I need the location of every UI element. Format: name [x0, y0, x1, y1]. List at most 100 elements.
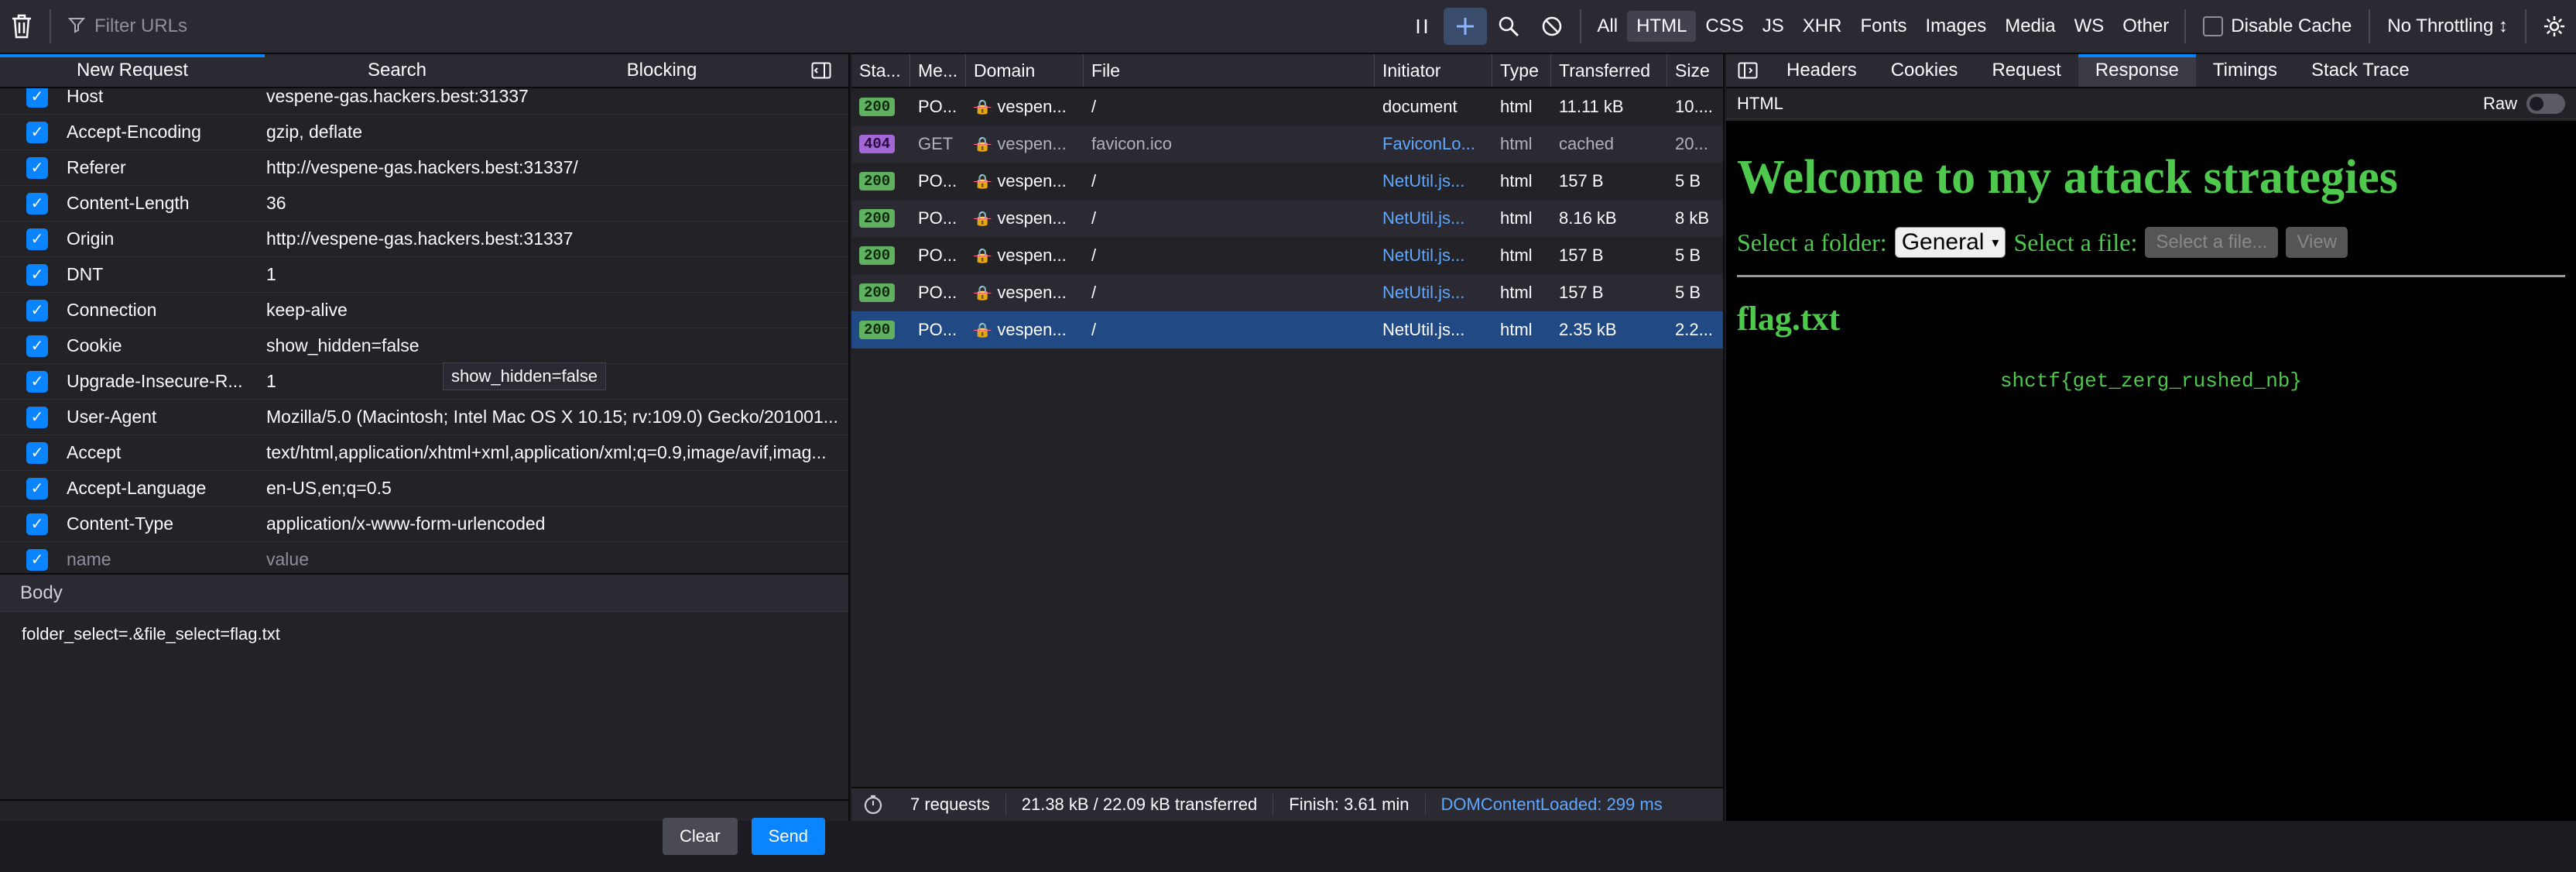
- column-initiator[interactable]: Initiator: [1375, 54, 1492, 87]
- raw-toggle[interactable]: Raw: [2483, 93, 2565, 114]
- request-row[interactable]: 200 PO... 🔒 vespen... / NetUtil.js... html 157 …: [851, 163, 1723, 200]
- header-value[interactable]: http://vespene-gas.hackers.best:31337/: [266, 157, 847, 178]
- new-header-checkbox[interactable]: ✓: [26, 548, 48, 571]
- tab-timings[interactable]: Timings: [2196, 54, 2294, 87]
- request-row[interactable]: 200 PO... 🔒 vespen... / NetUtil.js... html 2.35…: [851, 311, 1723, 348]
- type-filter-css[interactable]: CSS: [1696, 11, 1752, 42]
- tab-request[interactable]: Request: [1975, 54, 2078, 87]
- tab-cookies[interactable]: Cookies: [1874, 54, 1975, 87]
- type-filter-ws[interactable]: WS: [2065, 11, 2114, 42]
- column-method[interactable]: Me...: [910, 54, 966, 87]
- folder-select[interactable]: General ▾: [1894, 227, 2006, 258]
- header-name[interactable]: Content-Length: [67, 193, 266, 214]
- type-filter-fonts[interactable]: Fonts: [1851, 11, 1916, 42]
- header-checkbox[interactable]: ✓: [26, 121, 48, 143]
- disable-cache-toggle[interactable]: Disable Cache: [2192, 15, 2362, 37]
- column-size[interactable]: Size: [1667, 54, 1723, 87]
- type-filter-xhr[interactable]: XHR: [1793, 11, 1852, 42]
- new-header-name-input[interactable]: name: [67, 549, 266, 570]
- header-value[interactable]: en-US,en;q=0.5: [266, 478, 847, 499]
- header-name[interactable]: User-Agent: [67, 407, 266, 427]
- initiator-cell[interactable]: NetUtil.js...: [1375, 200, 1492, 237]
- header-value[interactable]: Mozilla/5.0 (Macintosh; Intel Mac OS X 1…: [266, 407, 847, 427]
- header-value[interactable]: vespene-gas.hackers.best:31337: [266, 88, 847, 107]
- file-select[interactable]: Select a file...: [2145, 227, 2279, 258]
- header-checkbox[interactable]: ✓: [26, 228, 48, 250]
- header-name[interactable]: Referer: [67, 157, 266, 178]
- disable-cache-checkbox[interactable]: [2203, 16, 2224, 36]
- tab-blocking[interactable]: Blocking: [529, 54, 794, 87]
- header-checkbox[interactable]: ✓: [26, 263, 48, 286]
- header-name[interactable]: DNT: [67, 264, 266, 285]
- header-checkbox[interactable]: ✓: [26, 335, 48, 357]
- tab-new-request[interactable]: New Request: [0, 54, 265, 87]
- header-value[interactable]: gzip, deflate: [266, 122, 847, 142]
- view-button[interactable]: View: [2286, 227, 2348, 258]
- type-filter-all[interactable]: All: [1588, 11, 1627, 42]
- column-type[interactable]: Type: [1492, 54, 1551, 87]
- clear-button[interactable]: Clear: [663, 818, 738, 855]
- header-name[interactable]: Connection: [67, 300, 266, 321]
- filter-urls-input[interactable]: [93, 15, 1331, 38]
- new-header-value-input[interactable]: value: [266, 549, 847, 570]
- type-filter-js[interactable]: JS: [1753, 11, 1793, 42]
- pause-icon[interactable]: [1400, 8, 1444, 45]
- initiator-cell[interactable]: NetUtil.js...: [1375, 163, 1492, 200]
- header-checkbox[interactable]: ✓: [26, 477, 48, 500]
- type-filter-other[interactable]: Other: [2113, 11, 2178, 42]
- initiator-cell[interactable]: NetUtil.js...: [1375, 274, 1492, 311]
- request-body-editor[interactable]: folder_select=.&file_select=flag.txt: [0, 613, 848, 799]
- settings-icon[interactable]: [2533, 0, 2576, 53]
- header-checkbox[interactable]: ✓: [26, 88, 48, 108]
- send-button[interactable]: Send: [751, 818, 825, 855]
- tab-search[interactable]: Search: [265, 54, 529, 87]
- tab-response[interactable]: Response: [2078, 54, 2196, 87]
- header-name[interactable]: Cookie: [67, 335, 266, 356]
- header-value[interactable]: http://vespene-gas.hackers.best:31337: [266, 228, 847, 249]
- request-row[interactable]: 200 PO... 🔒 vespen... / NetUtil.js... html 8.16…: [851, 200, 1723, 237]
- search-icon[interactable]: [1487, 8, 1530, 45]
- block-icon[interactable]: [1530, 8, 1574, 45]
- initiator-cell[interactable]: FaviconLo...: [1375, 125, 1492, 163]
- header-value[interactable]: text/html,application/xhtml+xml,applicat…: [266, 442, 847, 463]
- column-transferred[interactable]: Transferred: [1551, 54, 1667, 87]
- header-checkbox[interactable]: ✓: [26, 406, 48, 428]
- header-checkbox[interactable]: ✓: [26, 299, 48, 321]
- initiator-cell[interactable]: NetUtil.js...: [1375, 311, 1492, 348]
- column-domain[interactable]: Domain: [966, 54, 1084, 87]
- toggle-sidebar-icon[interactable]: [794, 54, 848, 87]
- plus-icon[interactable]: [1444, 8, 1488, 45]
- type-filter-html[interactable]: HTML: [1627, 11, 1697, 42]
- tab-stack-trace[interactable]: Stack Trace: [2294, 54, 2427, 87]
- header-checkbox[interactable]: ✓: [26, 156, 48, 179]
- toggle-panel-icon[interactable]: [1726, 54, 1769, 87]
- header-name[interactable]: Origin: [67, 228, 266, 249]
- header-value[interactable]: 36: [266, 193, 847, 214]
- header-name[interactable]: Host: [67, 88, 266, 107]
- header-checkbox[interactable]: ✓: [26, 370, 48, 393]
- header-checkbox[interactable]: ✓: [26, 192, 48, 215]
- header-value[interactable]: 1: [266, 264, 847, 285]
- column-status[interactable]: Sta...: [851, 54, 910, 87]
- header-name[interactable]: Accept-Encoding: [67, 122, 266, 142]
- header-value[interactable]: show_hidden=false: [266, 335, 847, 356]
- header-name[interactable]: Content-Type: [67, 513, 266, 534]
- trash-icon[interactable]: [0, 0, 43, 53]
- initiator-cell[interactable]: NetUtil.js...: [1375, 237, 1492, 274]
- header-name[interactable]: Accept: [67, 442, 266, 463]
- timer-icon[interactable]: [851, 795, 895, 815]
- request-row[interactable]: 404 GET 🔒 vespen... favicon.ico FaviconLo... h…: [851, 125, 1723, 163]
- request-row[interactable]: 200 PO... 🔒 vespen... / NetUtil.js... html 157 …: [851, 274, 1723, 311]
- throttling-select[interactable]: No Throttling ↕: [2376, 15, 2519, 37]
- tab-headers[interactable]: Headers: [1769, 54, 1874, 87]
- column-file[interactable]: File: [1084, 54, 1375, 87]
- type-filter-images[interactable]: Images: [1917, 11, 1996, 42]
- header-checkbox[interactable]: ✓: [26, 441, 48, 464]
- request-row[interactable]: 200 PO... 🔒 vespen... / NetUtil.js... html 157 …: [851, 237, 1723, 274]
- header-name[interactable]: Upgrade-Insecure-R...: [67, 371, 266, 392]
- raw-switch[interactable]: [2526, 93, 2565, 114]
- request-row[interactable]: 200 PO... 🔒 vespen... / document html 11.11 kB 1…: [851, 88, 1723, 125]
- type-filter-media[interactable]: Media: [1995, 11, 2064, 42]
- header-value[interactable]: application/x-www-form-urlencoded: [266, 513, 847, 534]
- header-checkbox[interactable]: ✓: [26, 513, 48, 535]
